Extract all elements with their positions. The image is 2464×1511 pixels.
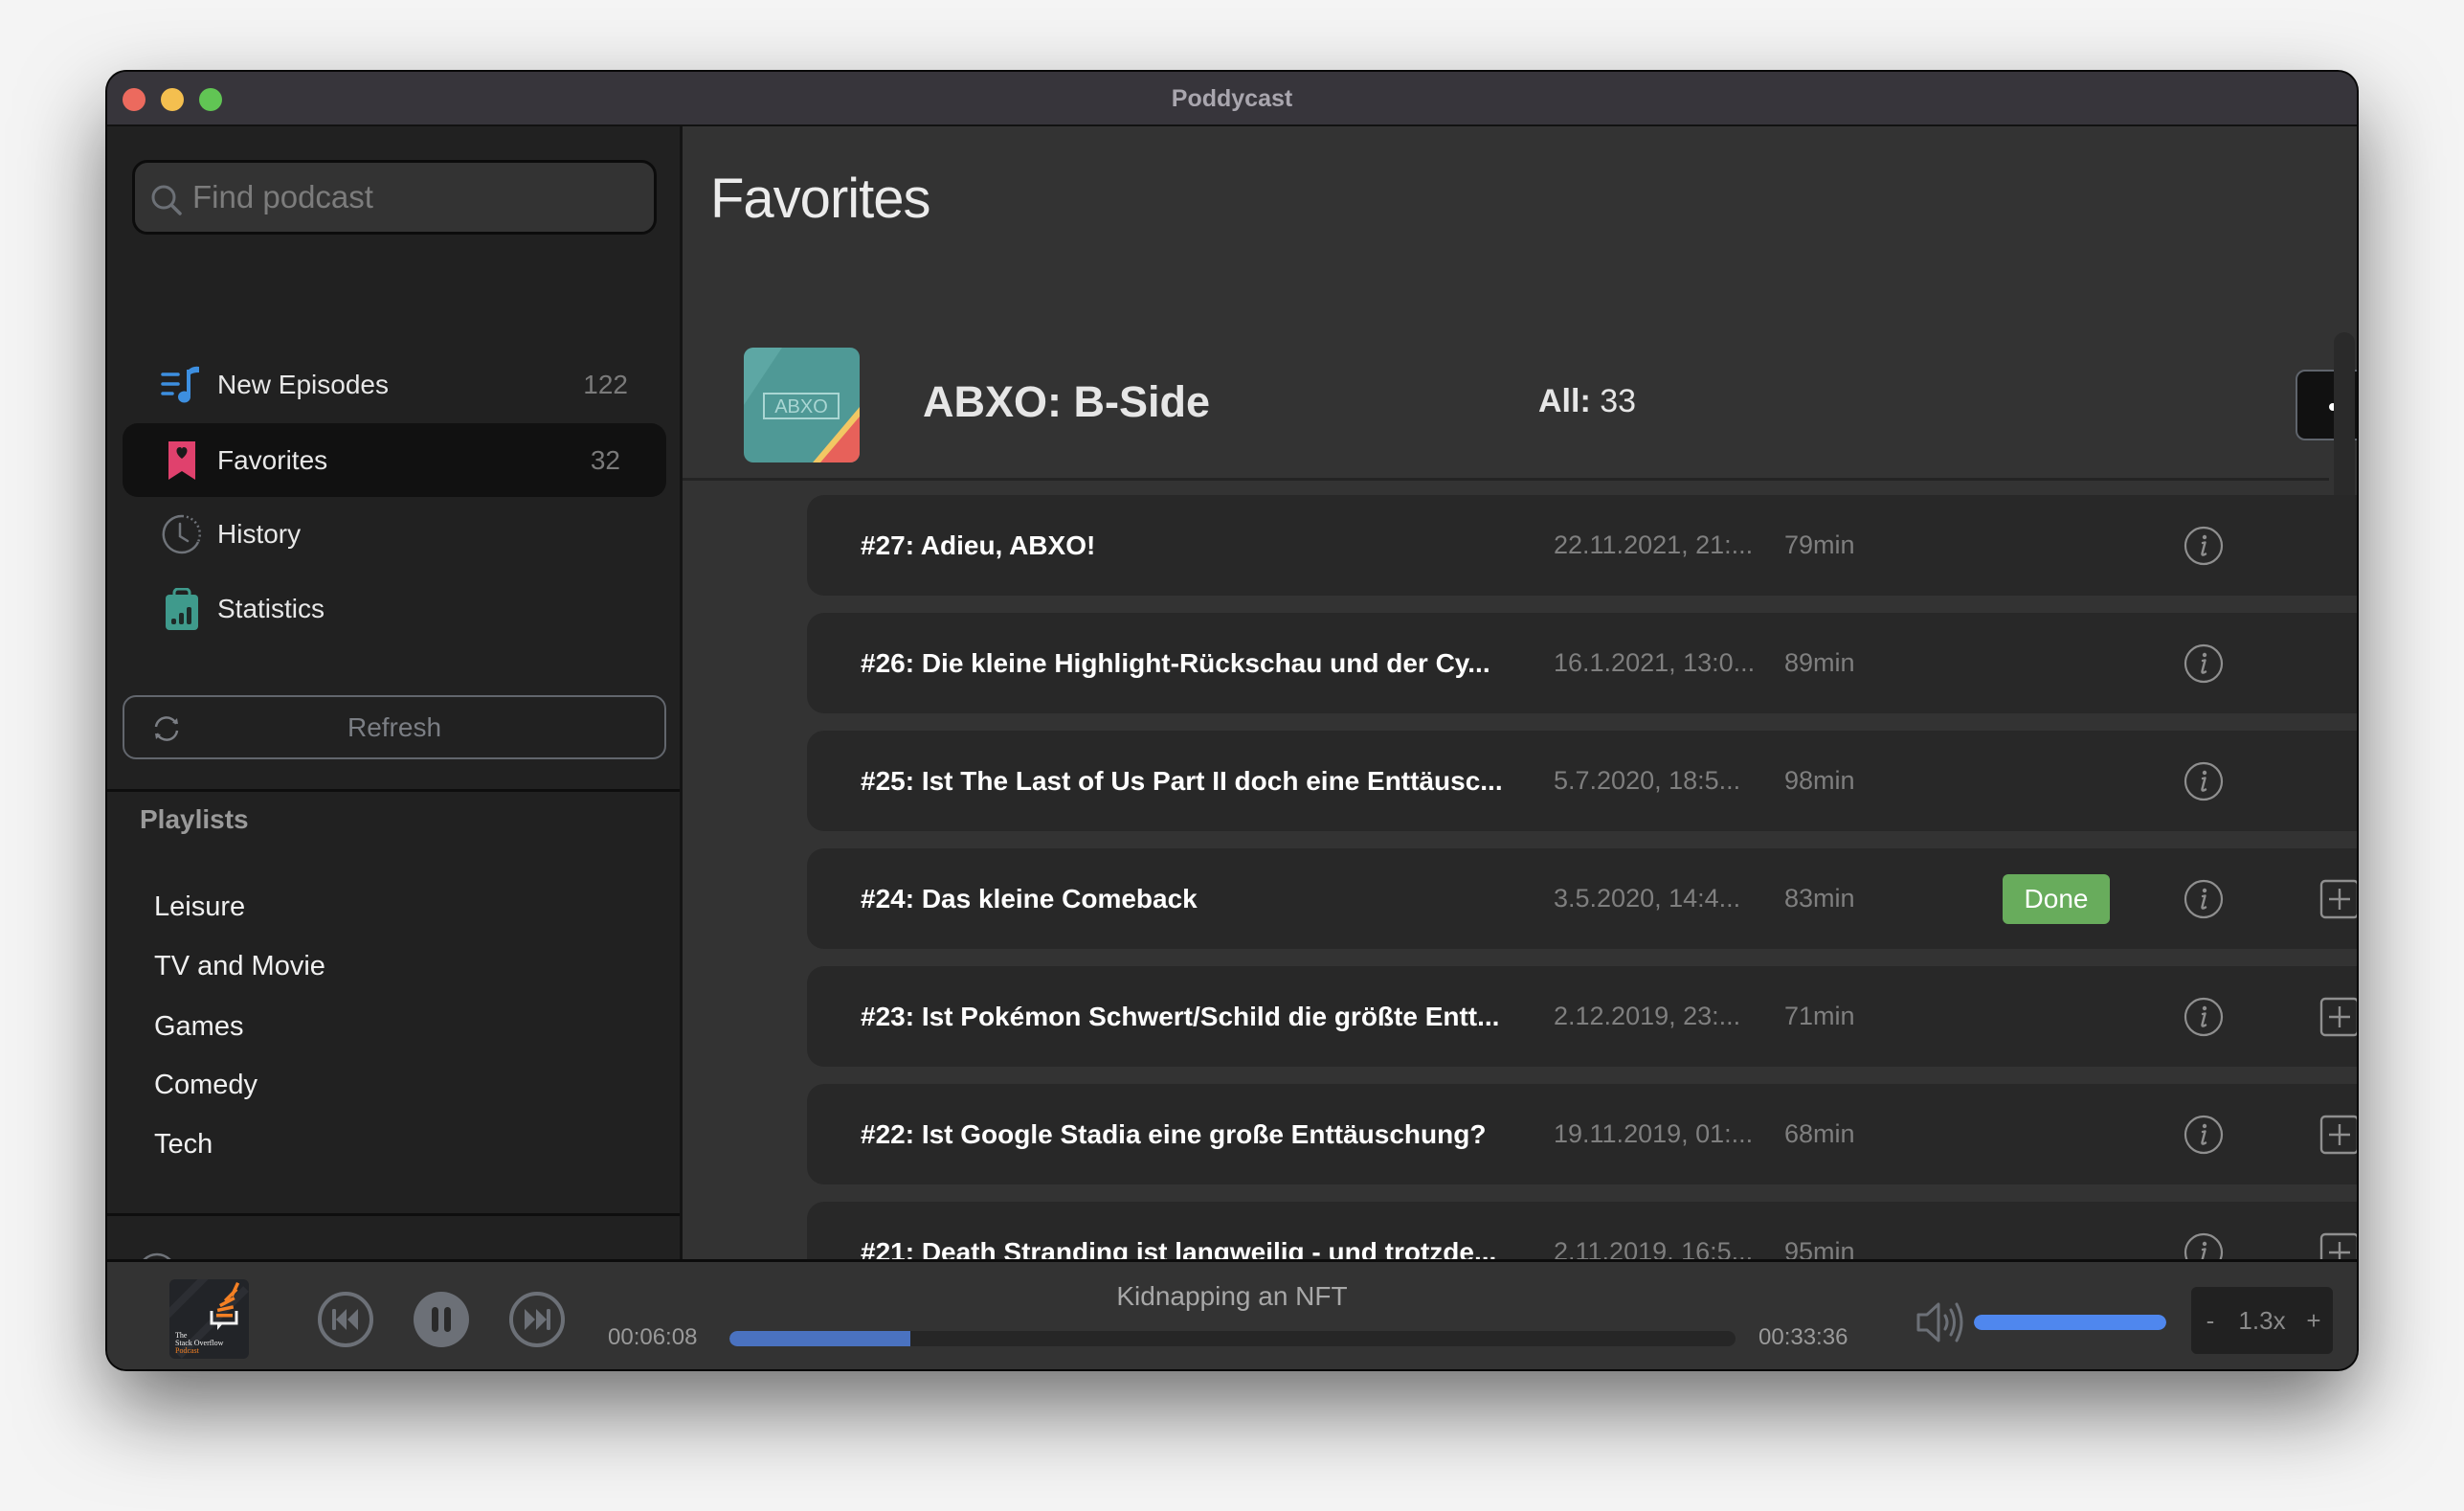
episode-row[interactable]: #21: Death Stranding ist langweilig - un… <box>807 1202 2357 1259</box>
episode-title: #24: Das kleine Comeback <box>861 884 1198 913</box>
music-list-icon <box>161 366 199 402</box>
progress-bar[interactable] <box>729 1331 1736 1346</box>
episode-date: 3.5.2020, 14:4... <box>1554 884 1741 913</box>
sidebar-item-label: New Episodes <box>217 369 389 399</box>
playlist-item[interactable]: Tech <box>154 1129 213 1161</box>
speed-value: 1.3x <box>2238 1306 2286 1335</box>
episode-duration: 98min <box>1784 766 1855 795</box>
episode-date: 5.7.2020, 18:5... <box>1554 766 1741 795</box>
episode-title: #23: Ist Pokémon Schwert/Schild die größ… <box>861 1002 1500 1031</box>
sidebar-item-count: 32 <box>590 444 620 475</box>
info-icon[interactable] <box>2184 1232 2224 1259</box>
episode-title: #27: Adieu, ABXO! <box>861 530 1096 560</box>
add-to-playlist-icon[interactable] <box>2319 997 2357 1037</box>
episode-duration: 71min <box>1784 1002 1855 1030</box>
episode-duration: 95min <box>1784 1237 1855 1259</box>
elapsed-time: 00:06:08 <box>608 1324 698 1350</box>
svg-text:ABXO: ABXO <box>774 396 828 417</box>
episode-date: 16.1.2021, 13:0... <box>1554 648 1756 677</box>
search-box[interactable] <box>132 160 657 235</box>
episode-duration: 79min <box>1784 530 1855 559</box>
episode-row[interactable]: #24: Das kleine Comeback 3.5.2020, 14:4.… <box>807 848 2357 949</box>
sidebar-divider <box>107 789 680 792</box>
playlist-item[interactable]: Leisure <box>154 891 245 923</box>
episode-row[interactable]: #23: Ist Pokémon Schwert/Schild die größ… <box>807 966 2357 1067</box>
episode-title: #25: Ist The Last of Us Part II doch ein… <box>861 766 1503 796</box>
search-input[interactable] <box>192 163 642 232</box>
refresh-button[interactable]: Refresh <box>123 695 666 759</box>
done-badge[interactable]: Done <box>2003 874 2110 924</box>
speed-increase-button[interactable]: + <box>2295 1287 2333 1354</box>
sidebar-item-history[interactable]: History <box>123 497 666 571</box>
info-icon[interactable] <box>2184 761 2224 801</box>
sidebar-item-favorites[interactable]: Favorites 32 <box>123 423 666 497</box>
info-icon[interactable] <box>2184 643 2224 684</box>
app-window: Poddycast New Episodes 122 <box>107 72 2357 1369</box>
episode-date: 2.11.2019, 16:5... <box>1554 1237 1754 1259</box>
podcast-title: ABXO: B-Side <box>923 377 1211 426</box>
abxo-logo-icon: ABXO <box>744 348 860 462</box>
sidebar-divider <box>107 1213 680 1216</box>
search-icon <box>151 185 182 215</box>
episode-duration: 68min <box>1784 1119 1855 1148</box>
clock-icon <box>162 514 201 553</box>
svg-text:Podcast: Podcast <box>175 1346 200 1355</box>
main-content: Favorites ABXO ABXO: B-Side All: 33 #27:… <box>683 126 2357 1259</box>
episode-row[interactable]: #22: Ist Google Stadia eine große Enttäu… <box>807 1084 2357 1184</box>
playlist-item[interactable]: Comedy <box>154 1070 258 1101</box>
bookmark-heart-icon <box>168 440 195 480</box>
info-icon[interactable] <box>2184 997 2224 1037</box>
add-to-playlist-icon[interactable] <box>2319 1115 2357 1155</box>
player-bar: The Stack Overflow Podcast Kidnapping an… <box>107 1259 2357 1369</box>
playback-speed-control: - 1.3x + <box>2191 1287 2333 1354</box>
info-icon[interactable] <box>2184 879 2224 919</box>
episode-row[interactable]: #26: Die kleine Highlight-Rückschau und … <box>807 613 2357 713</box>
add-to-playlist-icon[interactable] <box>2319 879 2357 919</box>
playlists-heading: Playlists <box>140 804 249 834</box>
episode-date: 2.12.2019, 23:... <box>1554 1002 1741 1030</box>
sidebar-item-label: Favorites <box>217 444 328 475</box>
episode-duration: 89min <box>1784 648 1855 677</box>
refresh-label: Refresh <box>347 712 442 742</box>
episode-title: #21: Death Stranding ist langweilig - un… <box>861 1237 1497 1259</box>
episode-title: #22: Ist Google Stadia eine große Enttäu… <box>861 1119 1487 1149</box>
episode-date: 22.11.2021, 21:... <box>1554 530 1754 559</box>
title-bar: Poddycast <box>107 72 2357 126</box>
progress-fill <box>729 1331 911 1346</box>
volume-icon[interactable] <box>1915 1300 1965 1344</box>
episode-title: #26: Die kleine Highlight-Rückschau und … <box>861 648 1490 678</box>
podcast-artwork[interactable]: ABXO <box>744 348 860 462</box>
volume-fill <box>1974 1315 2166 1330</box>
volume-slider[interactable] <box>1974 1315 2166 1330</box>
episode-row[interactable]: #25: Ist The Last of Us Part II doch ein… <box>807 731 2357 831</box>
episode-count: All: 33 <box>1538 383 1636 420</box>
info-icon[interactable] <box>2184 526 2224 566</box>
sidebar-item-label: History <box>217 518 302 549</box>
info-icon[interactable] <box>2184 1115 2224 1155</box>
add-to-playlist-icon[interactable] <box>2319 1232 2357 1259</box>
sidebar-item-new-episodes[interactable]: New Episodes 122 <box>123 348 666 421</box>
clipboard-chart-icon <box>166 587 198 630</box>
sidebar-item-count: 122 <box>583 369 628 399</box>
playlist-item[interactable]: Games <box>154 1011 243 1043</box>
episode-duration: 83min <box>1784 884 1855 913</box>
episode-count-label: All: <box>1538 383 1591 419</box>
sidebar-item-label: Statistics <box>217 593 325 623</box>
sidebar: New Episodes 122 Favorites 32 History <box>107 126 683 1293</box>
page-title: Favorites <box>710 168 931 230</box>
episode-count-value: 33 <box>1600 383 1637 419</box>
episode-date: 19.11.2019, 01:... <box>1554 1119 1754 1148</box>
episode-row[interactable]: #27: Adieu, ABXO! 22.11.2021, 21:... 79m… <box>807 495 2357 596</box>
sidebar-item-statistics[interactable]: Statistics <box>123 572 666 645</box>
playlist-item[interactable]: TV and Movie <box>154 951 325 982</box>
header-divider <box>683 478 2329 481</box>
total-time: 00:33:36 <box>1758 1324 1848 1350</box>
window-title: Poddycast <box>1171 85 1293 112</box>
now-playing-title: Kidnapping an NFT <box>1116 1281 1348 1311</box>
speed-decrease-button[interactable]: - <box>2191 1287 2229 1354</box>
